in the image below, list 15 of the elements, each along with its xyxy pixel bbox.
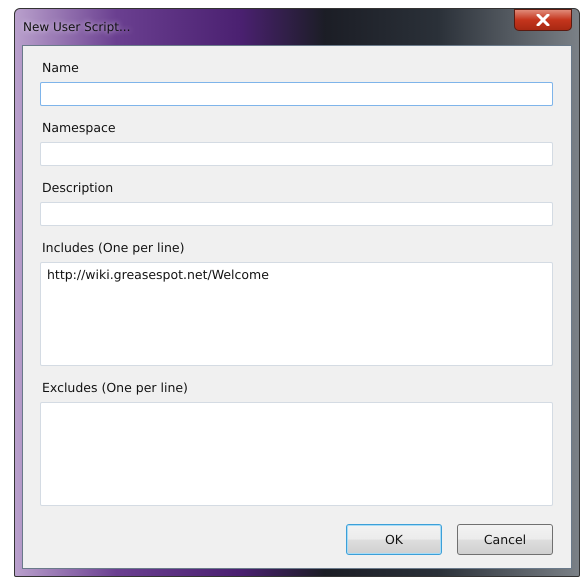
text-area[interactable]: http://wiki.greasespot.net/Welcome	[40, 262, 553, 366]
text-field[interactable]	[40, 202, 553, 226]
field-label: Name	[42, 60, 80, 75]
text-area[interactable]	[40, 402, 553, 506]
ok-button[interactable]: OK	[346, 524, 442, 555]
window-title: New User Script...	[22, 20, 130, 34]
cancel-button[interactable]: Cancel	[457, 524, 553, 555]
field-label: Description	[42, 180, 114, 195]
close-icon	[536, 14, 550, 26]
field-label: Excludes (One per line)	[42, 380, 189, 395]
close-button[interactable]	[514, 9, 572, 31]
field-label: Namespace	[42, 120, 117, 135]
field-label: Includes (One per line)	[42, 240, 186, 255]
text-field[interactable]	[40, 142, 553, 166]
text-field[interactable]	[40, 82, 553, 106]
